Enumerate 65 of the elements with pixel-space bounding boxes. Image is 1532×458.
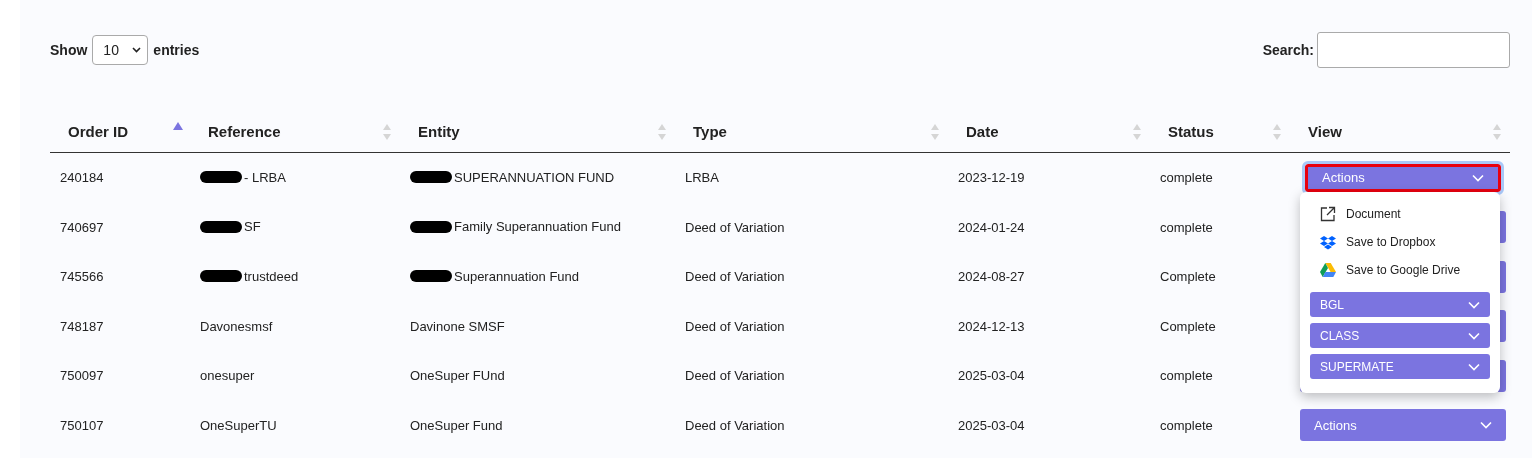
- table-cell: Deed of Variation: [685, 219, 785, 235]
- search-field[interactable]: [1317, 32, 1510, 68]
- table-cell: 750107: [60, 417, 104, 433]
- column-header[interactable]: Type: [693, 122, 727, 140]
- table-cell: onesuper: [200, 368, 255, 384]
- column-header[interactable]: View: [1308, 122, 1342, 140]
- table-cell: OneSuper Fund: [410, 417, 503, 433]
- show-label: Show: [50, 42, 88, 58]
- table-cell: 2024-01-24: [958, 219, 1025, 235]
- table-cell: 750097: [60, 368, 104, 384]
- table-cell: 2025-03-04: [958, 368, 1025, 384]
- external-link-icon: [1320, 206, 1336, 222]
- table-cell: Family Superannuation Fund: [454, 219, 621, 234]
- table-cell: 240184: [60, 170, 104, 186]
- table-cell: 2024-08-27: [958, 269, 1025, 285]
- google-drive-icon: [1320, 263, 1336, 277]
- table-cell: OneSuperTU: [200, 417, 277, 433]
- menu-item[interactable]: Document: [1310, 200, 1490, 228]
- search-label: Search:: [1262, 42, 1314, 58]
- table-cell: Davonesmsf: [200, 318, 273, 334]
- dropbox-icon: [1320, 234, 1336, 250]
- table-cell: SUPERANNUATION FUND: [454, 169, 615, 185]
- submenu-button[interactable]: BGL: [1310, 292, 1490, 317]
- table-cell: Superannuation Fund: [454, 268, 580, 284]
- column-header[interactable]: Reference: [208, 122, 281, 140]
- table-cell: Davinone SMSF: [410, 318, 505, 334]
- entries-label: entries: [153, 42, 200, 58]
- table-cell: LRBA: [685, 170, 719, 186]
- chevron-down-icon: [1480, 421, 1492, 430]
- actions-button[interactable]: Actions: [1300, 409, 1506, 442]
- table-cell: Complete: [1160, 269, 1216, 285]
- table-cell: 2024-12-13: [958, 318, 1025, 334]
- menu-item[interactable]: Save to Dropbox: [1310, 228, 1490, 256]
- table-cell: 2025-03-04: [958, 417, 1025, 433]
- chevron-down-icon: [132, 47, 142, 53]
- table-cell: OneSuper FUnd: [410, 368, 505, 384]
- table-cell: Deed of Variation: [685, 368, 785, 384]
- table-cell: 740697: [60, 219, 104, 235]
- entries-select[interactable]: 10: [92, 35, 149, 65]
- table-cell: complete: [1160, 219, 1213, 235]
- table-cell: Deed of Variation: [685, 269, 785, 285]
- table-cell: trustdeed: [244, 268, 299, 284]
- table-cell: 2023-12-19: [958, 170, 1025, 186]
- chevron-down-icon: [1468, 362, 1480, 371]
- column-header[interactable]: Entity: [418, 122, 460, 140]
- table-cell: Complete: [1160, 318, 1216, 334]
- chevron-down-icon: [1472, 173, 1484, 182]
- submenu-button[interactable]: SUPERMATE: [1310, 354, 1490, 379]
- table-cell: complete: [1160, 170, 1213, 186]
- submenu-button[interactable]: CLASS: [1310, 323, 1490, 348]
- table-cell: Deed of Variation: [685, 417, 785, 433]
- actions-button[interactable]: Actions: [1305, 163, 1501, 192]
- table-cell: SF: [244, 219, 261, 234]
- table-cell: complete: [1160, 368, 1213, 384]
- chevron-down-icon: [1468, 331, 1480, 340]
- column-header[interactable]: Status: [1168, 122, 1214, 140]
- table-cell: 745566: [60, 269, 104, 285]
- chevron-down-icon: [1468, 300, 1480, 309]
- table-cell: Deed of Variation: [685, 318, 785, 334]
- column-header[interactable]: Date: [966, 122, 999, 140]
- table-cell: complete: [1160, 417, 1213, 433]
- column-header[interactable]: Order ID: [68, 122, 128, 140]
- menu-item[interactable]: Save to Google Drive: [1310, 256, 1490, 284]
- table-cell: 748187: [60, 318, 104, 334]
- table-cell: - LRBA: [244, 169, 286, 185]
